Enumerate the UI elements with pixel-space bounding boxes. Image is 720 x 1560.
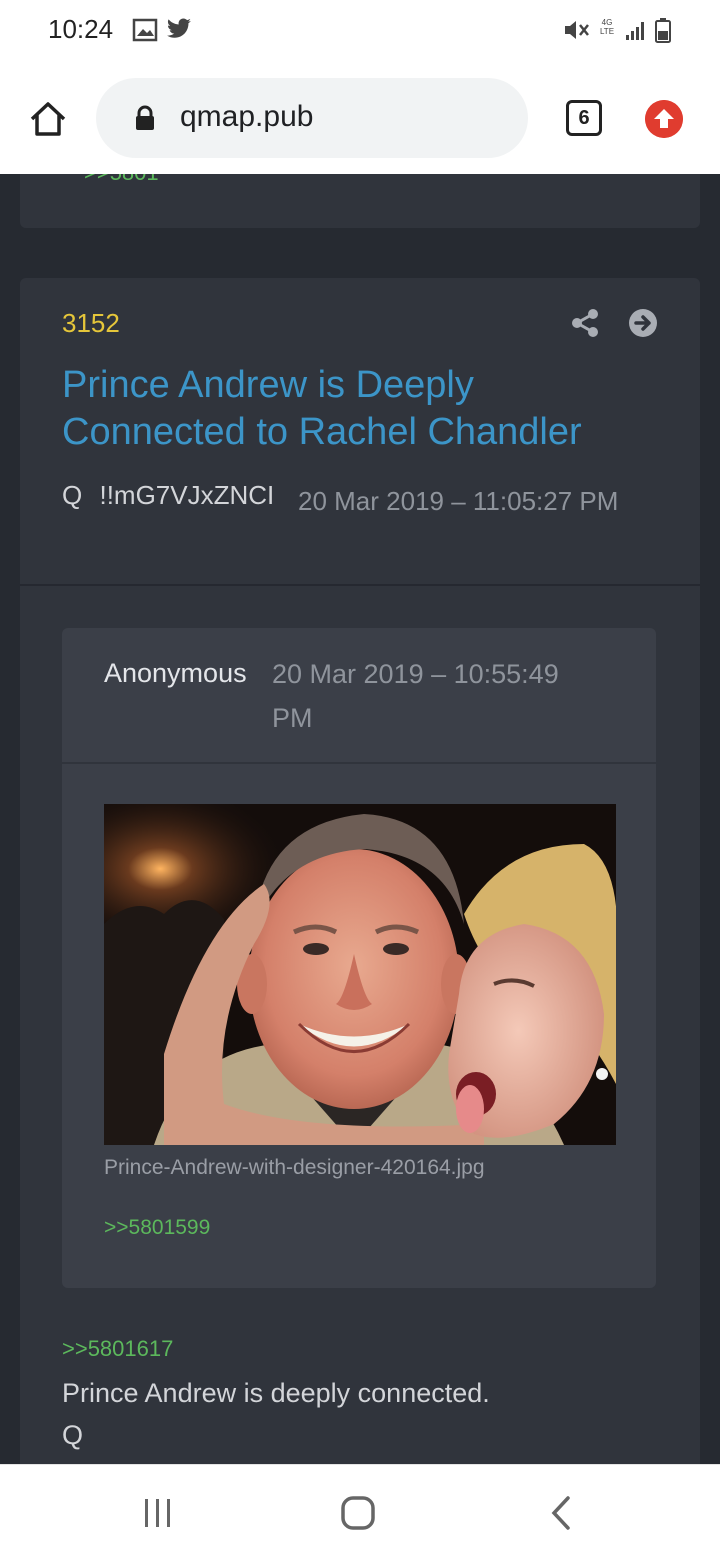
post-card: 3152 Prince Andrew is Deeply Connected t…: [20, 278, 700, 1464]
upload-icon[interactable]: [645, 100, 683, 138]
address-bar[interactable]: qmap.pub: [96, 78, 528, 158]
previous-post-card: >>5801: [20, 174, 700, 228]
author-name: Q: [62, 480, 83, 510]
quoted-reply-link[interactable]: >>5801599: [104, 1216, 210, 1240]
previous-post-link[interactable]: >>5801: [84, 174, 159, 186]
reply-link[interactable]: >>5801617: [62, 1336, 173, 1362]
photo-illustration: [104, 804, 616, 1145]
tab-switcher-button[interactable]: 6: [566, 100, 602, 136]
page-content: >>5801 3152 Prince Andrew is Deeply Conn…: [0, 174, 720, 1464]
mute-icon: [565, 21, 589, 39]
author-tripcode: !!mG7VJxZNCI: [99, 480, 275, 510]
battery-icon: [655, 18, 671, 43]
post-body: Prince Andrew is deeply connected. Q: [62, 1372, 490, 1456]
post-number: 3152: [62, 308, 120, 338]
browser-toolbar: qmap.pub 6: [0, 64, 720, 174]
back-icon[interactable]: [546, 1495, 576, 1531]
home-icon[interactable]: [28, 100, 68, 138]
status-time: 10:24: [48, 14, 114, 44]
image-filename[interactable]: Prince-Andrew-with-designer-420164.jpg: [104, 1156, 485, 1180]
share-icon[interactable]: [570, 308, 600, 338]
quoted-author: Anonymous: [104, 658, 247, 688]
url-text: qmap.pub: [180, 100, 314, 133]
post-signature: Q: [62, 1420, 84, 1450]
gallery-icon: [132, 18, 158, 42]
post-title[interactable]: Prince Andrew is Deeply Connected to Rac…: [62, 362, 642, 456]
quoted-post: Anonymous 20 Mar 2019 – 10:55:49 PM Prin…: [62, 628, 656, 1288]
recent-apps-icon[interactable]: [140, 1495, 176, 1531]
arrow-right-circle-icon[interactable]: [628, 308, 658, 338]
twitter-icon: [167, 18, 191, 38]
post-image[interactable]: [104, 804, 616, 1145]
home-nav-icon[interactable]: [340, 1495, 376, 1531]
signal-icon: [626, 22, 644, 40]
system-navigation-bar: [0, 1464, 720, 1560]
status-bar: 10:24 4G LTE: [0, 0, 720, 64]
lock-icon: [136, 105, 154, 130]
network-type-label: 4G LTE: [599, 18, 615, 36]
post-author: Q !!mG7VJxZNCI: [62, 480, 274, 511]
post-datetime: 20 Mar 2019 – 11:05:27 PM: [298, 486, 619, 516]
quoted-post-header: Anonymous 20 Mar 2019 – 10:55:49 PM: [62, 628, 656, 764]
post-header: 3152 Prince Andrew is Deeply Connected t…: [20, 278, 700, 586]
post-text: Prince Andrew is deeply connected.: [62, 1378, 490, 1408]
quoted-datetime: 20 Mar 2019 – 10:55:49 PM: [272, 659, 559, 733]
